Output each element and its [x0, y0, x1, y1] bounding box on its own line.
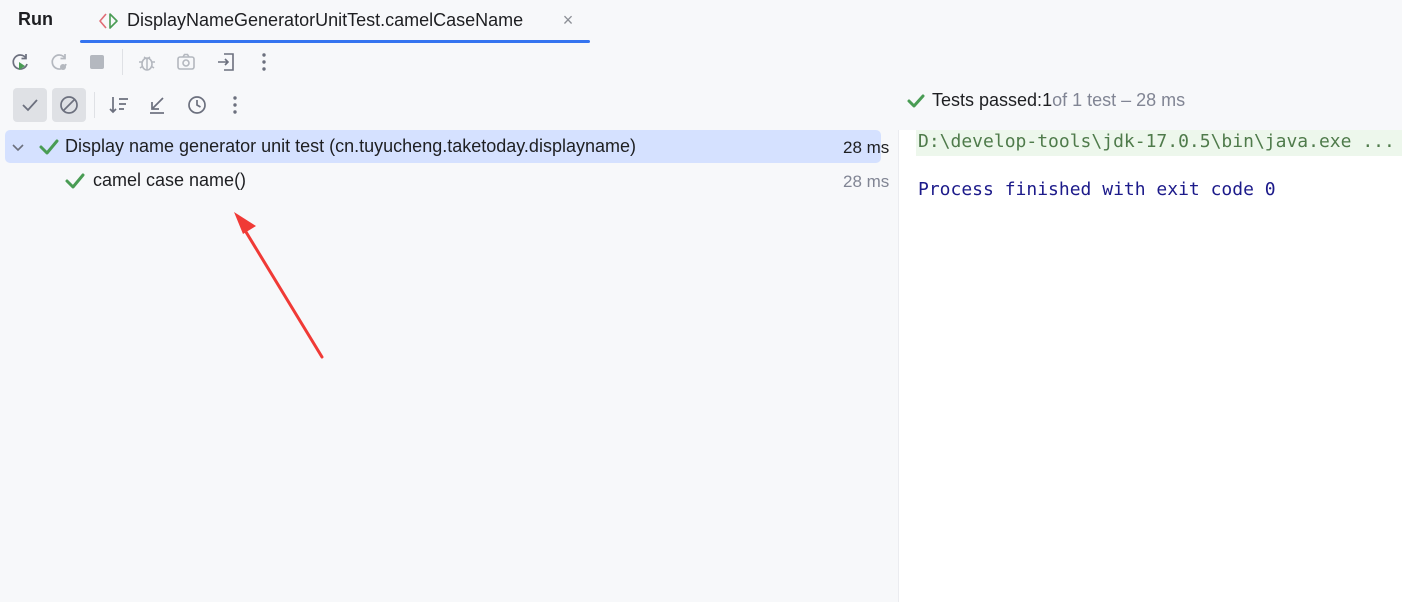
test-status: Tests passed: 1 of 1 test – 28 ms [906, 90, 1185, 111]
suite-duration: 28 ms [843, 138, 890, 157]
rerun-failed-icon[interactable] [44, 47, 74, 77]
status-passed-count: 1 [1042, 90, 1053, 110]
test-duration: 28 ms [843, 172, 890, 191]
tab-active-indicator [80, 40, 590, 43]
history-icon[interactable] [182, 90, 212, 120]
debug-icon[interactable] [132, 47, 162, 77]
test-label: camel case name() [93, 170, 247, 190]
stop-icon[interactable] [82, 47, 112, 77]
console-exit-message: Process finished with exit code 0 [918, 179, 1276, 200]
screenshot-icon[interactable] [171, 47, 201, 77]
more-icon[interactable] [220, 90, 250, 120]
console-output[interactable] [899, 130, 1402, 602]
run-tool-window-title: Run [18, 9, 53, 29]
tree-row-suite[interactable]: Display name generator unit test (cn.tuy… [5, 130, 881, 163]
status-suffix: of 1 test – 28 ms [1052, 90, 1186, 110]
show-ignored-icon[interactable] [52, 88, 86, 122]
tab-run-configuration[interactable]: DisplayNameGeneratorUnitTest.camelCaseNa… [80, 0, 590, 43]
close-icon[interactable]: × [559, 10, 577, 30]
annotation-arrow [234, 212, 324, 359]
junit-icon [97, 11, 121, 31]
check-icon [65, 173, 85, 188]
tree-row-test[interactable]: camel case name() [5, 164, 881, 197]
more-icon[interactable] [249, 47, 279, 77]
show-passed-icon[interactable] [13, 88, 47, 122]
export-icon[interactable] [211, 47, 241, 77]
sort-icon[interactable] [104, 90, 134, 120]
rerun-icon[interactable] [5, 47, 35, 77]
suite-label: Display name generator unit test (cn.tuy… [65, 136, 636, 156]
collapse-icon[interactable] [142, 90, 172, 120]
chevron-down-icon[interactable] [8, 137, 28, 157]
toolbar-separator [94, 92, 95, 118]
status-prefix: Tests passed: [932, 90, 1043, 110]
tab-label: DisplayNameGeneratorUnitTest.camelCaseNa… [127, 10, 524, 30]
check-icon [39, 139, 59, 154]
check-icon [907, 94, 925, 107]
console-command-line[interactable]: D:\develop-tools\jdk-17.0.5\bin\java.exe… [918, 131, 1395, 152]
toolbar-separator [122, 49, 123, 75]
